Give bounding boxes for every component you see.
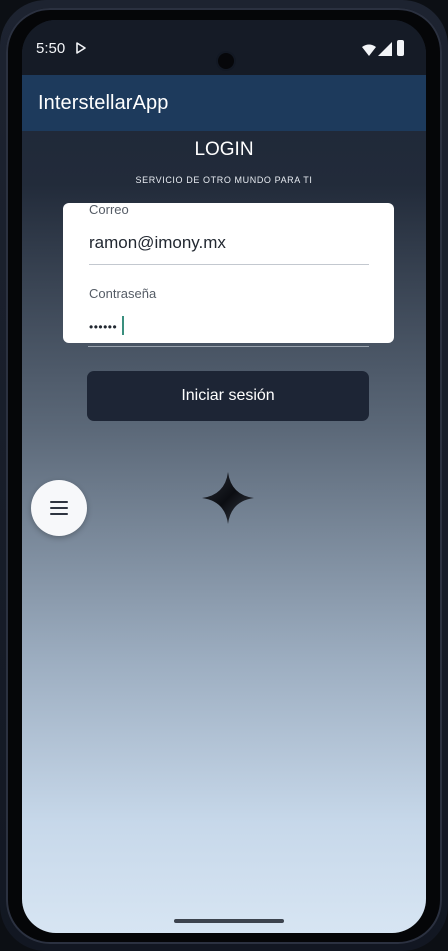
status-bar: 5:50 xyxy=(22,20,426,75)
gesture-nav-bar[interactable] xyxy=(174,919,284,923)
login-button[interactable]: Iniciar sesión xyxy=(87,371,369,421)
menu-fab[interactable] xyxy=(31,480,87,536)
status-time: 5:50 xyxy=(36,40,66,57)
login-form-card: Correo ramon@imony.mx Contraseña •••••• xyxy=(63,202,394,343)
email-label: Correo xyxy=(89,202,129,217)
app-screen: 5:50 InterstellarApp LOGIN SERVICIO DE O… xyxy=(22,20,426,933)
login-title: LOGIN xyxy=(194,139,254,160)
email-field[interactable]: ramon@imony.mx xyxy=(89,233,226,253)
email-underline xyxy=(89,264,369,265)
wifi-icon xyxy=(362,44,376,56)
password-label: Contraseña xyxy=(89,286,157,301)
password-underline xyxy=(88,346,369,347)
password-field[interactable]: •••••• xyxy=(89,321,117,333)
menu-icon xyxy=(50,501,68,515)
app-bar: InterstellarApp xyxy=(22,75,426,131)
play-icon xyxy=(76,42,86,54)
battery-icon xyxy=(397,40,404,56)
login-subtitle: SERVICIO DE OTRO MUNDO PARA TI xyxy=(135,175,313,185)
app-title: InterstellarApp xyxy=(38,92,169,114)
camera-cutout xyxy=(218,53,234,69)
sparkle-icon xyxy=(202,472,254,524)
text-cursor xyxy=(122,316,124,335)
signal-icon xyxy=(378,42,392,56)
phone-frame: 5:50 InterstellarApp LOGIN SERVICIO DE O… xyxy=(0,0,448,951)
